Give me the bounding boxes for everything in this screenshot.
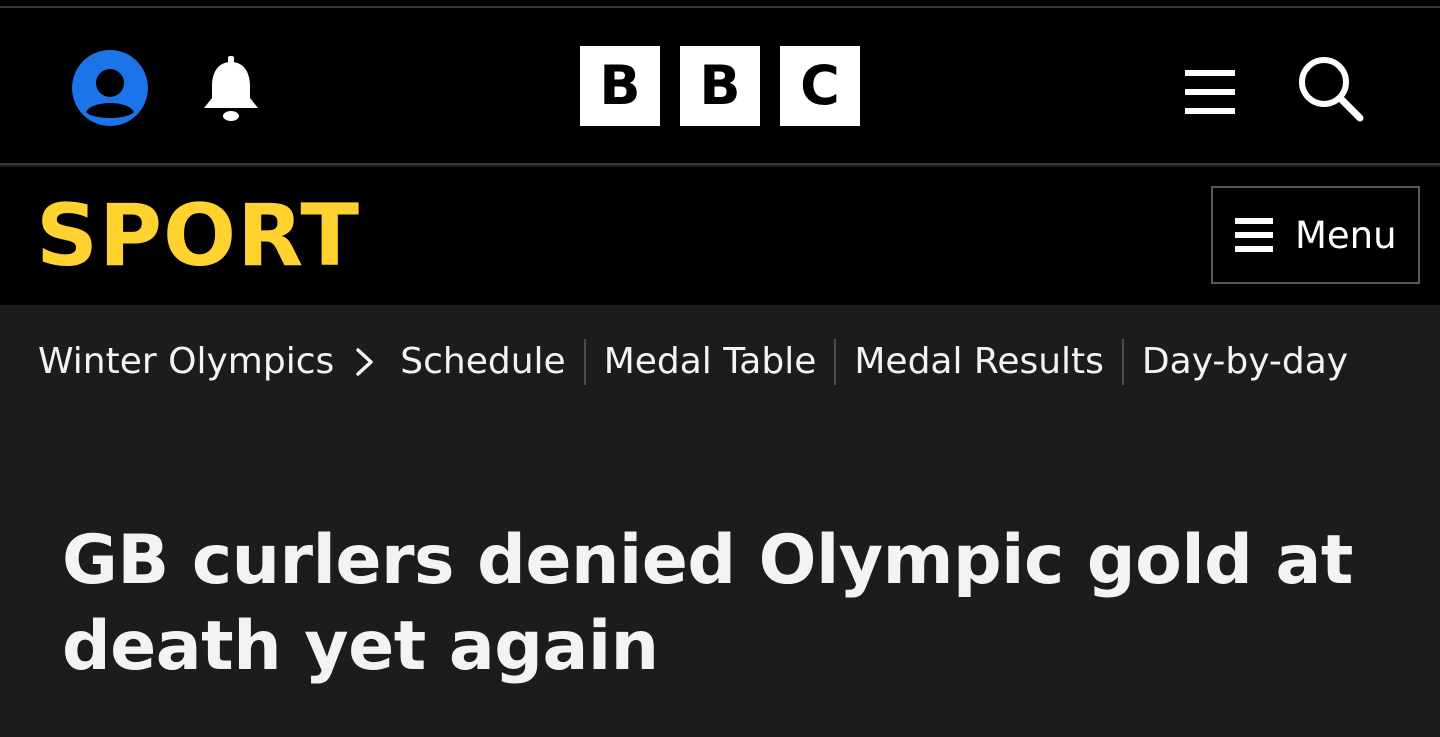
menu-hamburger-icon [1235,218,1273,252]
sport-title[interactable]: SPORT [36,189,360,283]
bell-icon[interactable] [200,54,262,124]
search-icon[interactable] [1296,54,1366,124]
bbc-logo[interactable]: B B C [580,46,860,126]
olympics-subnav: Winter Olympics Schedule Medal Table Med… [0,305,1440,415]
nav-link-winter-olympics[interactable]: Winter Olympics [38,344,334,380]
account-icon[interactable] [72,50,148,126]
nav-link-medal-results[interactable]: Medal Results [854,344,1104,380]
nav-divider [1121,339,1124,385]
top-strip [0,0,1440,8]
masthead: B B C [0,8,1440,165]
hamburger-icon[interactable] [1185,68,1235,116]
article-headline: GB curlers denied Olympic gold at death … [62,521,1353,686]
bbc-sport-page: B B C SPORT Menu Winter Olympics Schedul… [0,0,1440,737]
nav-link-medal-table[interactable]: Medal Table [604,344,817,380]
bbc-logo-block: C [780,46,860,126]
bbc-logo-block: B [680,46,760,126]
chevron-right-icon [356,348,373,376]
nav-divider [834,339,837,385]
bbc-logo-block: B [580,46,660,126]
nav-divider [583,339,586,385]
nav-link-schedule[interactable]: Schedule [400,344,565,380]
menu-label: Menu [1295,213,1397,257]
sport-bar: SPORT Menu [0,167,1440,305]
nav-link-day-by-day[interactable]: Day-by-day [1142,344,1348,380]
menu-button[interactable]: Menu [1211,186,1420,284]
